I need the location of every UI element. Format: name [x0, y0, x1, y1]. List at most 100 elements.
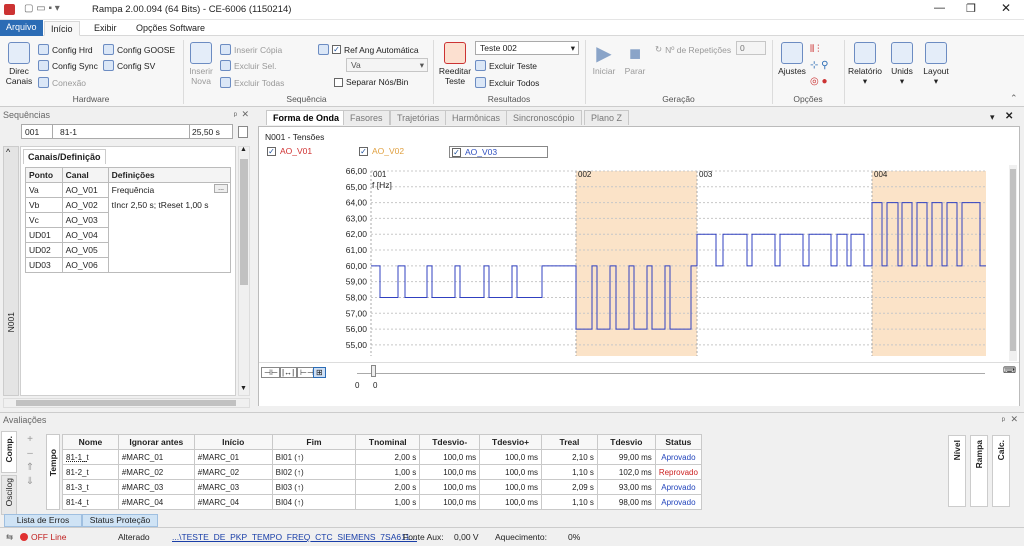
tab-fasores[interactable]: Fasores: [343, 110, 390, 125]
tab-nivel[interactable]: Nível: [948, 435, 966, 507]
unids-button[interactable]: Unids ▾: [886, 42, 918, 86]
tab-lista-erros[interactable]: Lista de Erros: [4, 514, 82, 527]
table-row[interactable]: UD02 AO_V05: [25, 242, 232, 258]
close-panel-icon[interactable]: ✕: [1010, 414, 1018, 425]
zoom-out-icon[interactable]: ⊣⊢: [261, 367, 281, 378]
legend-ao-v03[interactable]: ✓ AO_V03: [449, 146, 549, 158]
tab-oscilog[interactable]: Oscilog: [1, 475, 17, 515]
excluir-todas-button[interactable]: Excluir Todas: [220, 77, 284, 88]
table-row[interactable]: UD01 AO_V04: [25, 227, 232, 243]
layout-button[interactable]: Layout ▾: [920, 42, 952, 86]
chevron-down-icon: ▾: [862, 76, 868, 86]
teste-select[interactable]: Teste 002 ▾: [475, 41, 579, 55]
tab-harmonicas[interactable]: Harmônicas: [445, 110, 508, 125]
excluir-teste-button[interactable]: Excluir Teste: [475, 60, 537, 71]
status-badge: Aprovado: [654, 494, 703, 510]
reeditar-teste-button[interactable]: Reeditar Teste: [438, 42, 472, 86]
scrollbar-thumb[interactable]: [16, 400, 236, 406]
time-slider-handle[interactable]: [371, 365, 376, 377]
option-icons-2[interactable]: ⊹ ⚲: [810, 60, 828, 71]
horizontal-scrollbar[interactable]: [3, 398, 250, 408]
move-up-icon[interactable]: ⇑: [20, 461, 40, 475]
config-sync-button[interactable]: Config Sync: [38, 60, 98, 71]
tab-inicio[interactable]: Início: [44, 21, 80, 36]
collapse-icon[interactable]: ^: [6, 147, 10, 157]
keyboard-icon[interactable]: ⌨: [1003, 365, 1016, 376]
tab-plano-z[interactable]: Plano Z: [584, 110, 630, 125]
ellipsis-button[interactable]: ...: [214, 184, 228, 193]
inserir-nova-button[interactable]: Inserir Nova: [186, 42, 216, 86]
excluir-sel-button[interactable]: Excluir Sel.: [220, 60, 277, 71]
table-row[interactable]: 81-3_t #MARC_03 #MARC_03 BI03 (↑) 2,00 s 100,…: [62, 479, 703, 495]
relatorio-button[interactable]: Relatório ▾: [847, 42, 883, 86]
repeticoes-stepper[interactable]: 0: [736, 41, 766, 55]
minimize-icon[interactable]: —: [934, 2, 945, 14]
file-path-link[interactable]: ...\TESTE_DE_PKP_TEMPO_FREQ_CTC_SIEMENS_…: [172, 532, 417, 542]
row-controls[interactable]: + – ⇑ ⇓: [20, 433, 40, 509]
tab-comp[interactable]: Comp.: [1, 431, 17, 473]
separar-checkbox[interactable]: Separar Nós/Bin: [334, 77, 408, 87]
delete-all-icon: [220, 77, 231, 88]
table-row[interactable]: Va AO_V01 Frequência...: [25, 182, 232, 198]
table-row[interactable]: 81-2_t #MARC_02 #MARC_02 BI02 (↑) 1,00 s 100,…: [62, 464, 703, 480]
zoom-fit-icon[interactable]: |↔|: [279, 367, 298, 378]
conexao-button[interactable]: Conexão: [38, 77, 86, 88]
direc-canais-button[interactable]: Direc Canais: [4, 42, 34, 86]
ref-ang-checkbox[interactable]: ✓ Ref Ang Automática: [318, 44, 419, 55]
pin-icon[interactable]: ᵖ: [1002, 415, 1005, 425]
scroll-down-icon[interactable]: ▼: [240, 385, 247, 392]
tab-exibir[interactable]: Exibir: [88, 21, 123, 36]
option-icons[interactable]: ⫴ ⫶: [810, 44, 819, 55]
dropdown-icon[interactable]: ▾: [990, 112, 995, 123]
vertical-scrollbar[interactable]: ▲ ▼: [238, 146, 250, 396]
ref-select[interactable]: Va ▾: [346, 58, 428, 72]
option-icons-3[interactable]: ◎ ●: [810, 76, 828, 87]
table-row[interactable]: UD03 AO_V06: [25, 257, 232, 273]
excluir-todos-button[interactable]: Excluir Todos: [475, 77, 539, 88]
legend-ao-v02[interactable]: ✓ AO_V02: [359, 146, 404, 156]
checkbox[interactable]: [238, 126, 248, 138]
quick-access-icons[interactable]: ▢ ▭ ▪ ▾: [24, 3, 60, 14]
tab-canais-definicao[interactable]: Canais/Definição: [23, 149, 106, 164]
sync-icon: [38, 60, 49, 71]
tab-trajetorias[interactable]: Trajetórias: [390, 110, 447, 125]
tab-sincronoscopio[interactable]: Sincronoscópio: [506, 110, 582, 125]
time-slider-track[interactable]: [357, 373, 985, 374]
tab-arquivo[interactable]: Arquivo: [0, 20, 43, 36]
iniciar-button[interactable]: ▶ Iniciar: [590, 42, 618, 76]
sequence-row[interactable]: 001 81-1 25,50 s: [21, 124, 233, 139]
ajustes-button[interactable]: Ajustes: [776, 42, 808, 76]
pin-icon[interactable]: ᵖ: [234, 110, 237, 120]
scrollbar-thumb[interactable]: [240, 159, 248, 285]
tab-status-protecao[interactable]: Status Proteção: [82, 514, 158, 527]
tab-calc[interactable]: Calc.: [992, 435, 1010, 507]
sequence-side-tab[interactable]: ^ N001: [3, 146, 19, 396]
inserir-copia-button[interactable]: Inserir Cópia: [220, 44, 282, 55]
table-row[interactable]: Vb AO_V02 tIncr 2,50 s; tReset 1,00 s: [25, 197, 232, 213]
tab-opcoes-software[interactable]: Opções Software: [130, 21, 211, 36]
close-icon[interactable]: ✕: [1005, 111, 1013, 122]
add-icon[interactable]: +: [20, 433, 40, 447]
close-panel-icon[interactable]: ✕: [241, 109, 249, 120]
config-hrd-button[interactable]: Config Hrd: [38, 44, 93, 55]
cursor-icon[interactable]: ⊞: [313, 367, 326, 378]
tab-forma-de-onda[interactable]: Forma de Onda: [266, 110, 347, 125]
maximize-icon[interactable]: ❐: [966, 2, 976, 15]
segment-shade-004: [872, 171, 986, 356]
config-goose-button[interactable]: Config GOOSE: [103, 44, 175, 55]
legend-ao-v01[interactable]: ✓ AO_V01: [267, 146, 312, 156]
close-icon[interactable]: ✕: [1001, 1, 1011, 15]
collapse-ribbon-icon[interactable]: ⌃: [1010, 93, 1018, 104]
scroll-up-icon[interactable]: ▲: [240, 146, 247, 153]
move-down-icon[interactable]: ⇓: [20, 475, 40, 489]
table-row[interactable]: 81-4_t #MARC_04 #MARC_04 BI04 (↑) 1,00 s 100,…: [62, 494, 703, 510]
table-row[interactable]: Vc AO_V03: [25, 212, 232, 228]
config-sv-button[interactable]: Config SV: [103, 60, 155, 71]
stop-icon: ■: [628, 43, 642, 65]
table-row[interactable]: 81-1_t #MARC_01 #MARC_01 BI01 (↑) 2,00 s 100,…: [62, 449, 703, 465]
tab-rampa[interactable]: Rampa: [970, 435, 988, 507]
chart-scrollbar[interactable]: [1009, 165, 1017, 361]
parar-button[interactable]: ■ Parar: [622, 42, 648, 76]
remove-icon[interactable]: –: [20, 447, 40, 461]
scrollbar-thumb[interactable]: [1010, 169, 1016, 351]
